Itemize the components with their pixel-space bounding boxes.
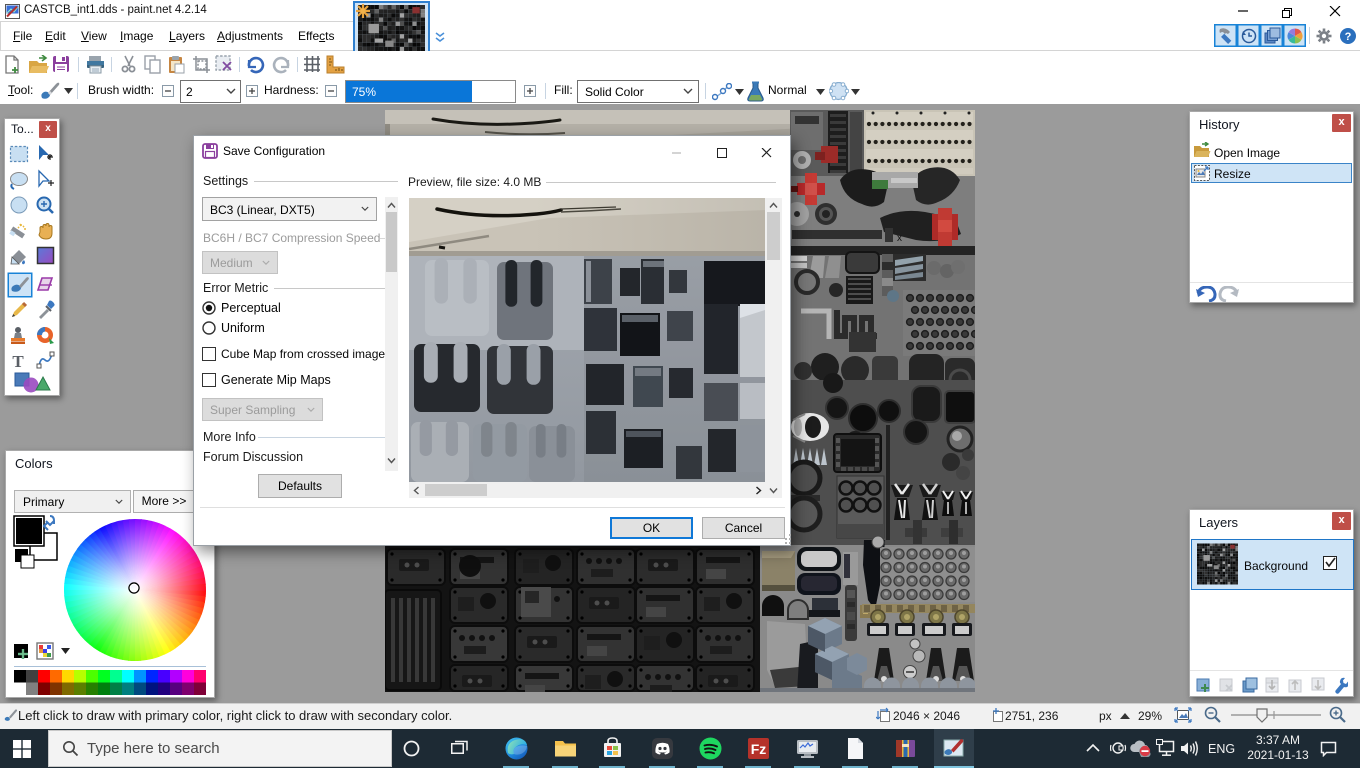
svg-text:T: T <box>12 352 24 371</box>
svg-text:Fz: Fz <box>751 741 767 757</box>
svg-text:?: ? <box>1345 31 1352 43</box>
svg-text:x: x <box>897 233 902 244</box>
